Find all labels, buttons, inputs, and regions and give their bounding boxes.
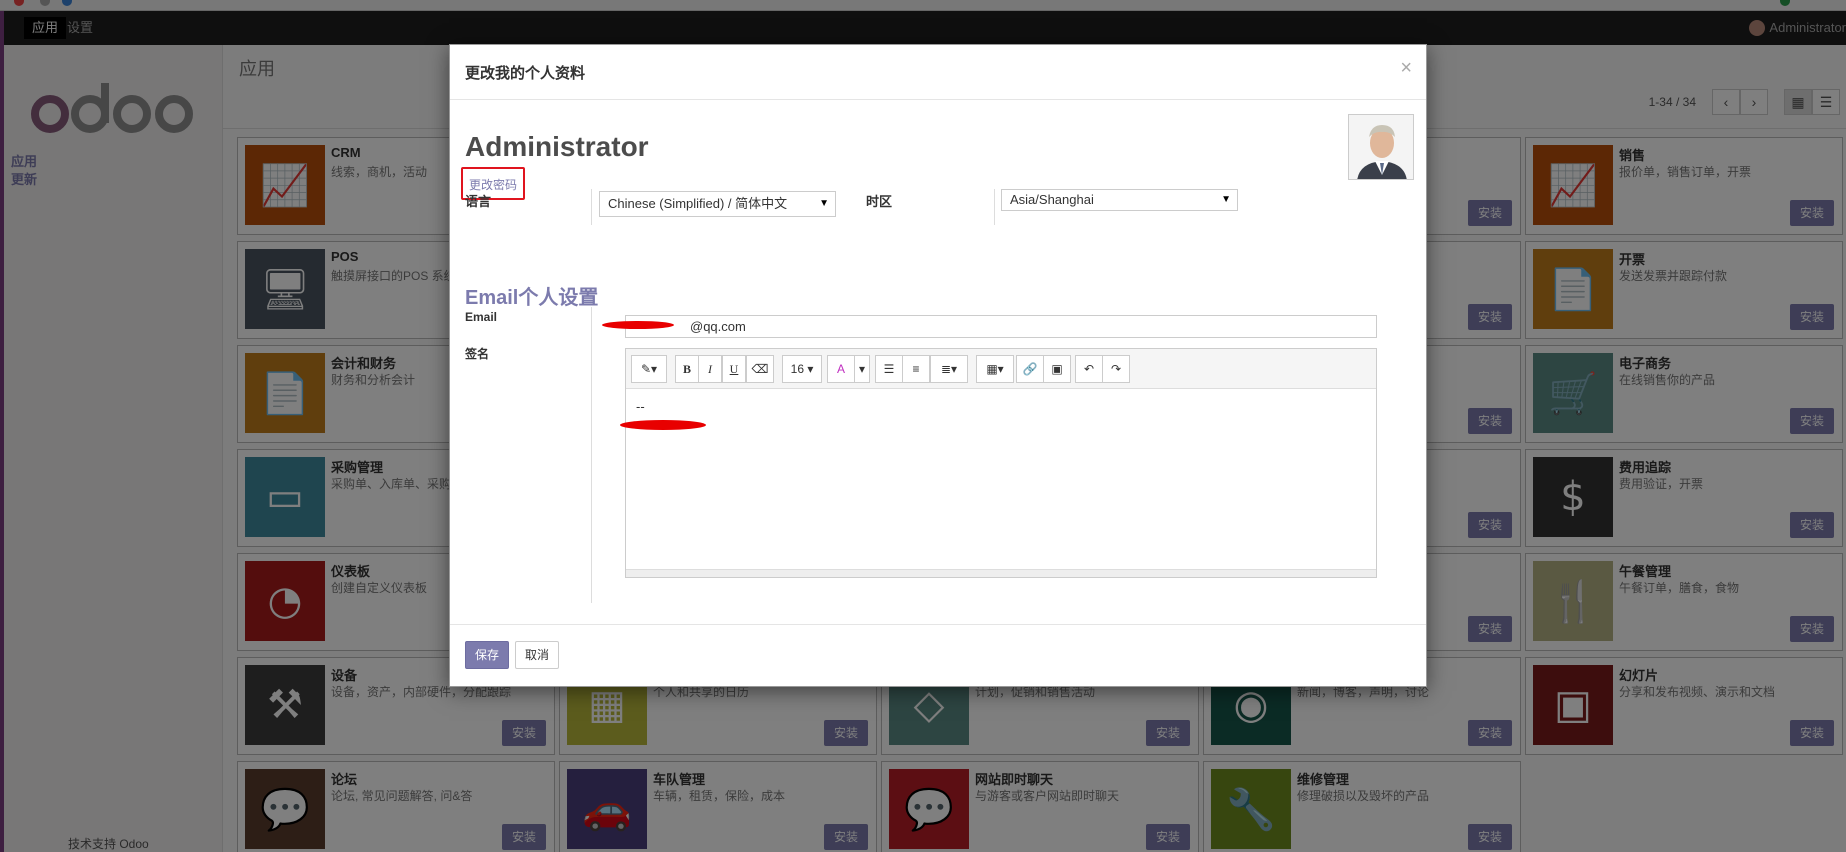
chevron-down-icon[interactable]: ▾ bbox=[854, 355, 870, 383]
bold-button[interactable]: B bbox=[675, 355, 699, 383]
undo-icon[interactable]: ↶ bbox=[1075, 355, 1103, 383]
chevron-down-icon: ▼ bbox=[1221, 194, 1231, 205]
signature-content[interactable]: -- bbox=[636, 399, 645, 414]
dialog-header: 更改我的个人资料 × bbox=[450, 45, 1426, 100]
redaction-mark bbox=[620, 420, 706, 430]
dialog-footer: 保存 取消 bbox=[450, 624, 1426, 686]
email-section-title: Email个人设置 bbox=[465, 287, 599, 309]
style-dropdown-button[interactable]: ✎▾ bbox=[631, 355, 667, 383]
font-size-dropdown[interactable]: 16 ▾ bbox=[782, 355, 822, 383]
signature-editor[interactable]: ✎▾ B I U ⌫ 16 ▾ A ▾ ☰ ≡ ≣▾ ▦▾ 🔗 ▣ ↶ ↷ -- bbox=[625, 348, 1377, 578]
timezone-select[interactable]: Asia/Shanghai ▼ bbox=[1001, 189, 1238, 211]
email-field[interactable]: @qq.com bbox=[625, 315, 1377, 338]
italic-button[interactable]: I bbox=[698, 355, 722, 383]
language-select[interactable]: Chinese (Simplified) / 简体中文 ▼ bbox=[599, 191, 836, 217]
chevron-down-icon: ▼ bbox=[819, 198, 829, 209]
language-label: 语言 bbox=[465, 194, 492, 209]
image-icon[interactable]: ▣ bbox=[1043, 355, 1071, 383]
timezone-label: 时区 bbox=[866, 194, 893, 209]
save-button[interactable]: 保存 bbox=[465, 641, 509, 669]
user-photo[interactable] bbox=[1348, 114, 1414, 180]
text-color-icon[interactable]: A bbox=[827, 355, 855, 383]
timezone-value: Asia/Shanghai bbox=[1010, 192, 1094, 207]
email-label: Email bbox=[465, 310, 498, 324]
dialog-title: 更改我的个人资料 bbox=[465, 65, 586, 82]
close-icon[interactable]: × bbox=[1400, 57, 1412, 80]
resize-handle[interactable] bbox=[626, 569, 1376, 577]
table-icon[interactable]: ▦▾ bbox=[976, 355, 1014, 383]
divider bbox=[591, 307, 592, 603]
underline-button[interactable]: U bbox=[722, 355, 746, 383]
editor-toolbar: ✎▾ B I U ⌫ 16 ▾ A ▾ ☰ ≡ ≣▾ ▦▾ 🔗 ▣ ↶ ↷ bbox=[626, 349, 1376, 389]
signature-dashes: -- bbox=[636, 399, 645, 414]
link-icon[interactable]: 🔗 bbox=[1016, 355, 1044, 383]
user-name-heading: Administrator bbox=[465, 131, 649, 162]
redaction-mark bbox=[602, 321, 674, 329]
preferences-dialog: 更改我的个人资料 × Administrator 更改密码 语言 Chinese… bbox=[449, 44, 1427, 687]
signature-label: 签名 bbox=[465, 347, 490, 361]
portrait-image bbox=[1349, 115, 1413, 179]
page: 应用 设置 Administrator 应用 更新 技术支持 Odoo 应用 1… bbox=[0, 0, 1846, 852]
align-dropdown-icon[interactable]: ≣▾ bbox=[930, 355, 968, 383]
font-size-value: 16 bbox=[790, 362, 804, 376]
numbered-list-icon[interactable]: ≡ bbox=[902, 355, 930, 383]
bullet-list-icon[interactable]: ☰ bbox=[875, 355, 903, 383]
eraser-icon[interactable]: ⌫ bbox=[746, 355, 774, 383]
language-value: Chinese (Simplified) / 简体中文 bbox=[608, 196, 788, 211]
divider bbox=[591, 189, 592, 225]
redo-icon[interactable]: ↷ bbox=[1102, 355, 1130, 383]
cancel-button[interactable]: 取消 bbox=[515, 641, 559, 669]
divider bbox=[994, 189, 995, 225]
